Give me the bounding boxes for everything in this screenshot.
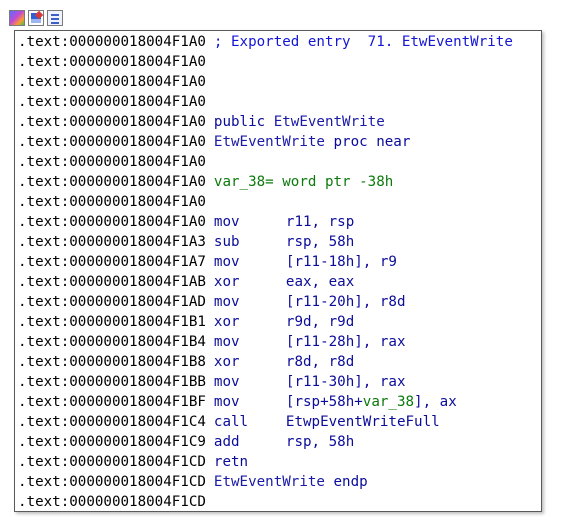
- instruction-operands: [r11-30h], rax: [285, 374, 406, 390]
- disasm-line[interactable]: .text:000000018004F1A0 var_38= word ptr -…: [18, 172, 513, 192]
- instruction-mnemonic: sub: [213, 234, 240, 250]
- disasm-line[interactable]: .text:000000018004F1C4 call EtwpEventWrite…: [18, 412, 513, 432]
- graph-overview-icon[interactable]: [9, 10, 25, 26]
- disasm-line[interactable]: .text:000000018004F1A0: [18, 52, 513, 72]
- instruction-operands: eax, eax: [285, 274, 355, 290]
- line-address: .text:000000018004F1A0: [18, 154, 206, 170]
- instruction-mnemonic: call: [213, 414, 249, 430]
- disasm-line[interactable]: .text:000000018004F1A0: [18, 152, 513, 172]
- disasm-line[interactable]: .text:000000018004F1A0: [18, 92, 513, 112]
- disasm-line[interactable]: .text:000000018004F1A0 EtwEventWrite proc…: [18, 132, 513, 152]
- toolbar: [9, 8, 63, 28]
- line-address: .text:000000018004F1CD: [18, 474, 206, 490]
- line-address: .text:000000018004F1C4: [18, 414, 206, 430]
- instruction-mnemonic: mov: [213, 334, 240, 350]
- instruction-mnemonic: xor: [213, 354, 240, 370]
- disasm-line[interactable]: .text:000000018004F1BF mov [rsp+58h+var_38…: [18, 392, 513, 412]
- line-address: .text:000000018004F1A7: [18, 254, 206, 270]
- operand-prefix: [rsp+58h+: [285, 394, 363, 410]
- decl-keyword: public: [213, 114, 266, 130]
- line-address: .text:000000018004F1A0: [18, 174, 206, 190]
- operand-suffix: ], ax: [414, 394, 457, 410]
- disasm-line[interactable]: .text:000000018004F1A3 sub rsp, 58h: [18, 232, 513, 252]
- disasm-line[interactable]: .text:000000018004F1A7 mov [r11-18h], r9: [18, 252, 513, 272]
- disassembly-lines: .text:000000018004F1A0 ; Exported entry 7…: [18, 32, 513, 511]
- disasm-line[interactable]: .text:000000018004F1C9 add rsp, 58h: [18, 432, 513, 452]
- operand-var: var_38: [362, 394, 415, 410]
- line-address: .text:000000018004F1A0: [18, 74, 206, 90]
- instruction-mnemonic: mov: [213, 394, 240, 410]
- disasm-line[interactable]: .text:000000018004F1A0 public EtwEventWri…: [18, 112, 513, 132]
- line-address: .text:000000018004F1BF: [18, 394, 206, 410]
- symbol-name: EtwEventWrite: [273, 114, 385, 130]
- line-address: .text:000000018004F1A0: [18, 214, 206, 230]
- line-address: .text:000000018004F1B8: [18, 354, 206, 370]
- disasm-line[interactable]: .text:000000018004F1A0: [18, 72, 513, 92]
- list-view-icon[interactable]: [47, 10, 63, 26]
- stack-var-name: var_38: [213, 174, 266, 190]
- line-address: .text:000000018004F1A0: [18, 134, 206, 150]
- symbol-name: EtwEventWrite: [213, 134, 325, 150]
- disasm-line[interactable]: .text:000000018004F1CD: [18, 492, 513, 511]
- line-address: .text:000000018004F1AD: [18, 294, 206, 310]
- instruction-operands: rsp, 58h: [285, 434, 355, 450]
- line-address: .text:000000018004F1A0: [18, 194, 206, 210]
- disasm-line[interactable]: .text:000000018004F1AB xor eax, eax: [18, 272, 513, 292]
- line-address: .text:000000018004F1CD: [18, 454, 206, 470]
- disasm-line[interactable]: .text:000000018004F1A0: [18, 192, 513, 212]
- instruction-mnemonic: mov: [213, 294, 240, 310]
- instruction-mnemonic: add: [213, 434, 240, 450]
- instruction-mnemonic: retn: [213, 454, 249, 470]
- disasm-line[interactable]: .text:000000018004F1BB mov [r11-30h], rax: [18, 372, 513, 392]
- instruction-operands: [r11-20h], r8d: [285, 294, 406, 310]
- stack-var-def: = word ptr -38h: [265, 174, 394, 190]
- line-address: .text:000000018004F1A0: [18, 54, 206, 70]
- line-address: .text:000000018004F1A0: [18, 114, 206, 130]
- line-comment: ; Exported entry 71. EtwEventWrite: [213, 34, 513, 50]
- line-address: .text:000000018004F1AB: [18, 274, 206, 290]
- line-address: .text:000000018004F1A3: [18, 234, 206, 250]
- proc-keyword: proc near: [333, 134, 411, 150]
- instruction-operands: r11, rsp: [285, 214, 355, 230]
- instruction-operands: EtwpEventWriteFull: [285, 414, 440, 430]
- disasm-line[interactable]: .text:000000018004F1CD EtwEventWrite endp: [18, 472, 513, 492]
- proc-keyword: endp: [333, 474, 368, 490]
- instruction-operands: rsp, 58h: [285, 234, 355, 250]
- instruction-mnemonic: xor: [213, 314, 240, 330]
- line-address: .text:000000018004F1C9: [18, 434, 206, 450]
- instruction-mnemonic: mov: [213, 374, 240, 390]
- disasm-line[interactable]: .text:000000018004F1AD mov [r11-20h], r8d: [18, 292, 513, 312]
- instruction-mnemonic: mov: [213, 214, 240, 230]
- line-address: .text:000000018004F1A0: [18, 34, 206, 50]
- line-address: .text:000000018004F1B1: [18, 314, 206, 330]
- instruction-mnemonic: xor: [213, 274, 240, 290]
- instruction-operands: r8d, r8d: [285, 354, 355, 370]
- line-address: .text:000000018004F1B4: [18, 334, 206, 350]
- disasm-line[interactable]: .text:000000018004F1B4 mov [r11-28h], rax: [18, 332, 513, 352]
- disassembly-view[interactable]: .text:000000018004F1A0 ; Exported entry 7…: [14, 30, 542, 512]
- instruction-operands: r9d, r9d: [285, 314, 355, 330]
- disasm-line[interactable]: .text:000000018004F1B1 xor r9d, r9d: [18, 312, 513, 332]
- disasm-line[interactable]: .text:000000018004F1A0 mov r11, rsp: [18, 212, 513, 232]
- instruction-operands: [r11-28h], rax: [285, 334, 406, 350]
- line-address: .text:000000018004F1BB: [18, 374, 206, 390]
- symbol-name: EtwEventWrite: [213, 474, 325, 490]
- line-address: .text:000000018004F1A0: [18, 94, 206, 110]
- disasm-line[interactable]: .text:000000018004F1B8 xor r8d, r8d: [18, 352, 513, 372]
- edit-pen-icon[interactable]: [28, 10, 44, 26]
- line-address: .text:000000018004F1CD: [18, 494, 206, 510]
- instruction-operands: [r11-18h], r9: [285, 254, 397, 270]
- disasm-line[interactable]: .text:000000018004F1CD retn: [18, 452, 513, 472]
- instruction-mnemonic: mov: [213, 254, 240, 270]
- disasm-line[interactable]: .text:000000018004F1A0 ; Exported entry 7…: [18, 32, 513, 52]
